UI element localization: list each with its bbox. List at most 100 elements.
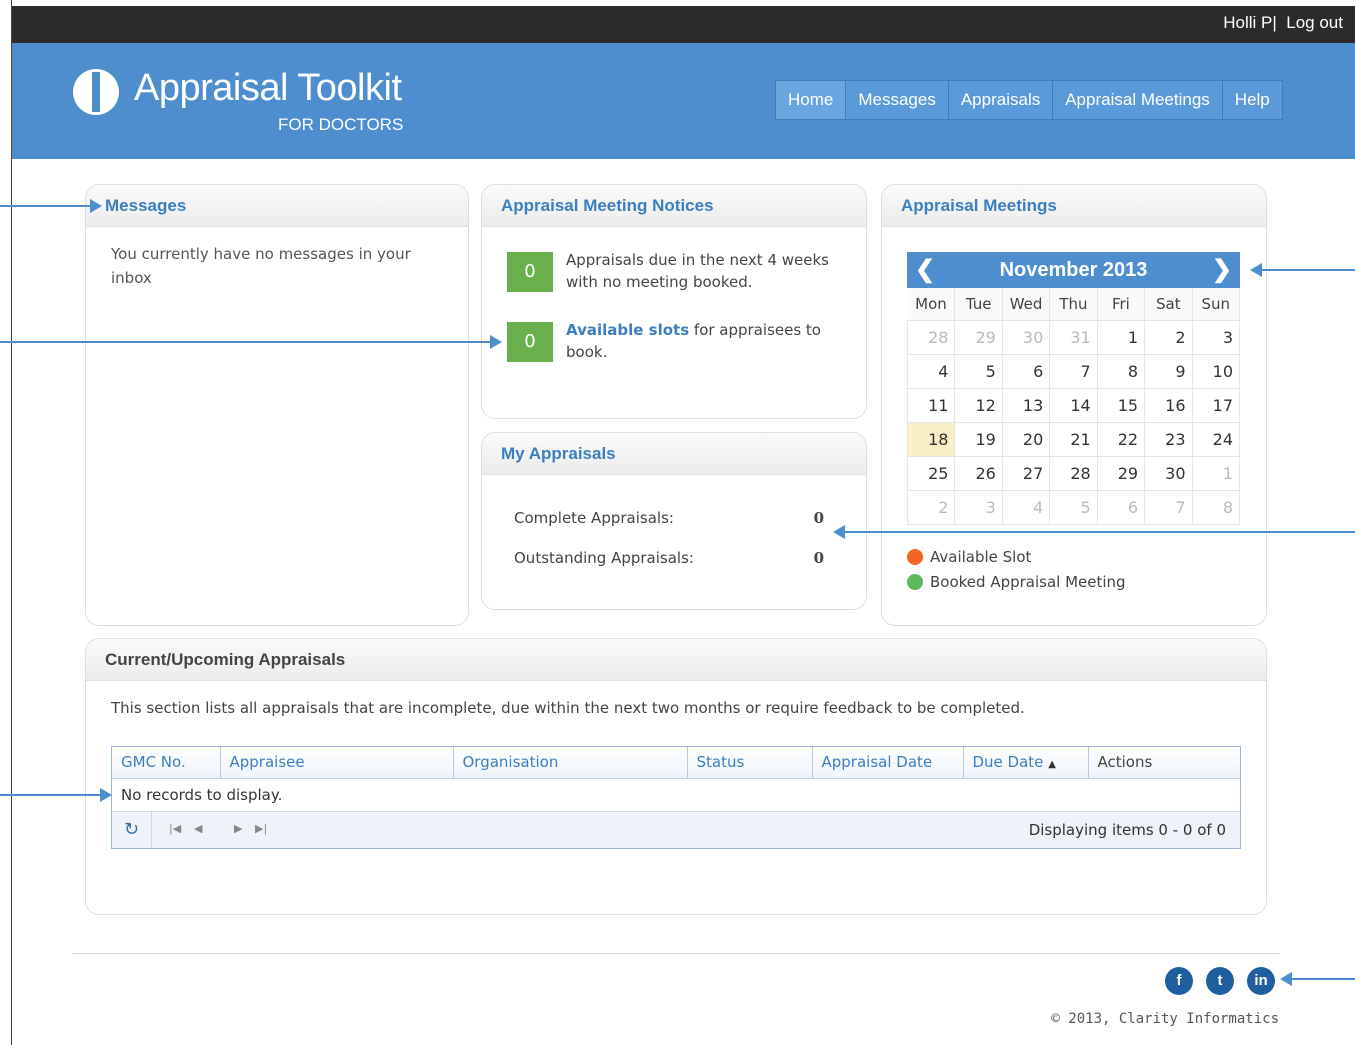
calendar-day[interactable]: 8 bbox=[1191, 489, 1241, 525]
calendar-day[interactable]: 1 bbox=[1191, 455, 1241, 491]
calendar-week: 25 26 27 28 29 30 1 bbox=[906, 455, 1241, 491]
calendar-day[interactable]: 3 bbox=[1191, 319, 1241, 355]
appraisals-grid: GMC No. Appraisee Organisation Status Ap… bbox=[111, 746, 1241, 849]
calendar-day[interactable]: 17 bbox=[1191, 387, 1241, 423]
weekday-header: Wed bbox=[1002, 288, 1051, 320]
calendar-day[interactable]: 23 bbox=[1144, 421, 1193, 457]
column-due-date[interactable]: Due Date ▲ bbox=[963, 747, 1089, 778]
booked-meeting-dot-icon bbox=[907, 574, 923, 590]
calendar-day[interactable]: 11 bbox=[906, 387, 956, 423]
pager-info: Displaying items 0 - 0 of 0 bbox=[1028, 821, 1226, 839]
calendar-day[interactable]: 31 bbox=[1049, 319, 1098, 355]
facebook-icon[interactable]: f bbox=[1165, 967, 1193, 995]
nav-home[interactable]: Home bbox=[776, 81, 847, 119]
annotation-arrow bbox=[833, 525, 1355, 539]
calendar-day[interactable]: 9 bbox=[1144, 353, 1193, 389]
app-name: Appraisal Toolkit bbox=[134, 67, 402, 109]
nav-messages[interactable]: Messages bbox=[846, 81, 949, 119]
calendar-day[interactable]: 12 bbox=[954, 387, 1003, 423]
logout-link[interactable]: Log out bbox=[1286, 13, 1343, 32]
legend-booked-label: Booked Appraisal Meeting bbox=[930, 573, 1126, 591]
annotation-arrow bbox=[0, 199, 102, 213]
calendar-day[interactable]: 20 bbox=[1001, 421, 1051, 457]
calendar: ❮ November 2013 ❯ Mon Tue Wed Thu Fri Sat Sun … bbox=[906, 252, 1241, 525]
calendar-day[interactable]: 7 bbox=[1144, 489, 1193, 525]
calendar-day[interactable]: 2 bbox=[906, 489, 956, 525]
annotation-arrow bbox=[1280, 972, 1355, 986]
calendar-day[interactable]: 14 bbox=[1049, 387, 1098, 423]
calendar-week: 11 12 13 14 15 16 17 bbox=[906, 387, 1241, 423]
calendar-day[interactable]: 22 bbox=[1096, 421, 1146, 457]
calendar-day[interactable]: 2 bbox=[1144, 319, 1193, 355]
weekday-header: Sun bbox=[1192, 288, 1241, 320]
linkedin-icon[interactable]: in bbox=[1247, 967, 1275, 995]
calendar-month: November 2013 bbox=[999, 259, 1148, 281]
appraisal-meetings-title: Appraisal Meetings bbox=[882, 185, 1266, 227]
last-page-icon[interactable]: ▶| bbox=[255, 822, 267, 835]
calendar-day[interactable]: 5 bbox=[1049, 489, 1098, 525]
legend-available: Available Slot bbox=[907, 548, 1031, 566]
calendar-day[interactable]: 16 bbox=[1144, 387, 1193, 423]
nav-appraisals[interactable]: Appraisals bbox=[949, 81, 1054, 119]
legend-booked: Booked Appraisal Meeting bbox=[907, 573, 1126, 591]
prev-month-icon[interactable]: ❮ bbox=[915, 252, 935, 288]
calendar-day[interactable]: 1 bbox=[1096, 319, 1146, 355]
column-appraisee[interactable]: Appraisee bbox=[220, 747, 454, 778]
calendar-day[interactable]: 4 bbox=[1001, 489, 1051, 525]
prev-page-icon[interactable]: ◀ bbox=[194, 822, 202, 835]
upcoming-description: This section lists all appraisals that a… bbox=[111, 699, 1025, 717]
column-organisation[interactable]: Organisation bbox=[453, 747, 688, 778]
calendar-grid: Mon Tue Wed Thu Fri Sat Sun 28 29 30 31 1 2 3 4 5 6 7 8 9 1… bbox=[906, 288, 1241, 525]
calendar-day[interactable]: 29 bbox=[954, 319, 1003, 355]
calendar-week: 28 29 30 31 1 2 3 bbox=[906, 319, 1241, 355]
calendar-day[interactable]: 24 bbox=[1191, 421, 1241, 457]
calendar-day[interactable]: 28 bbox=[1049, 455, 1098, 491]
calendar-day[interactable]: 6 bbox=[1096, 489, 1146, 525]
calendar-day[interactable]: 18 bbox=[906, 421, 956, 457]
upcoming-appraisals-panel: Current/Upcoming Appraisals This section… bbox=[85, 638, 1267, 915]
complete-appraisals-row: Complete Appraisals: 0 bbox=[514, 509, 824, 527]
next-page-icon[interactable]: ▶ bbox=[234, 822, 242, 835]
calendar-day[interactable]: 7 bbox=[1049, 353, 1098, 389]
calendar-day[interactable]: 8 bbox=[1096, 353, 1146, 389]
column-gmc-no[interactable]: GMC No. bbox=[112, 747, 221, 778]
nav-appraisal-meetings[interactable]: Appraisal Meetings bbox=[1053, 81, 1223, 119]
calendar-day[interactable]: 3 bbox=[954, 489, 1003, 525]
available-slots-link[interactable]: Available slots bbox=[566, 321, 689, 339]
calendar-day[interactable]: 30 bbox=[1144, 455, 1193, 491]
refresh-icon[interactable]: ↻ bbox=[112, 812, 152, 848]
calendar-day[interactable]: 4 bbox=[906, 353, 956, 389]
calendar-day[interactable]: 21 bbox=[1049, 421, 1098, 457]
next-month-icon[interactable]: ❯ bbox=[1212, 252, 1232, 288]
complete-appraisals-value: 0 bbox=[813, 509, 824, 527]
available-slot-dot-icon bbox=[907, 549, 923, 565]
annotation-arrow bbox=[0, 788, 112, 802]
calendar-day[interactable]: 13 bbox=[1001, 387, 1051, 423]
my-appraisals-panel: My Appraisals Complete Appraisals: 0 Out… bbox=[481, 432, 867, 610]
column-status[interactable]: Status bbox=[687, 747, 813, 778]
first-page-icon[interactable]: |◀ bbox=[169, 822, 181, 835]
column-appraisal-date[interactable]: Appraisal Date bbox=[812, 747, 964, 778]
main-nav: Home Messages Appraisals Appraisal Meeti… bbox=[775, 80, 1283, 120]
calendar-day[interactable]: 10 bbox=[1191, 353, 1241, 389]
slots-count-badge: 0 bbox=[507, 322, 553, 362]
grid-pager: ↻ |◀ ◀ ▶ ▶| Displaying items 0 - 0 of 0 bbox=[112, 811, 1240, 848]
upcoming-title: Current/Upcoming Appraisals bbox=[86, 639, 1266, 681]
user-name-link[interactable]: Holli P bbox=[1223, 13, 1272, 32]
calendar-day[interactable]: 26 bbox=[954, 455, 1003, 491]
logo-icon bbox=[73, 69, 119, 115]
due-notice-text: Appraisals due in the next 4 weeks with … bbox=[566, 251, 829, 291]
calendar-day[interactable]: 30 bbox=[1001, 319, 1051, 355]
calendar-day[interactable]: 6 bbox=[1001, 353, 1051, 389]
calendar-day[interactable]: 25 bbox=[906, 455, 956, 491]
calendar-day[interactable]: 29 bbox=[1096, 455, 1146, 491]
outstanding-appraisals-row: Outstanding Appraisals: 0 bbox=[514, 549, 824, 567]
calendar-day[interactable]: 5 bbox=[954, 353, 1003, 389]
calendar-day[interactable]: 27 bbox=[1001, 455, 1051, 491]
nav-help[interactable]: Help bbox=[1223, 81, 1282, 119]
calendar-day[interactable]: 28 bbox=[906, 319, 956, 355]
calendar-day[interactable]: 19 bbox=[954, 421, 1003, 457]
twitter-icon[interactable]: t bbox=[1206, 967, 1234, 995]
calendar-day[interactable]: 15 bbox=[1096, 387, 1146, 423]
legend-available-label: Available Slot bbox=[930, 548, 1032, 566]
